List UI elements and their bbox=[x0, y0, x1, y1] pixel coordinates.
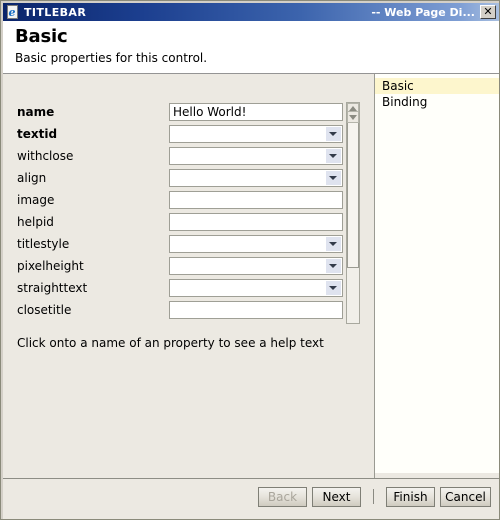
window-subtitle: -- Web Page Di... bbox=[371, 5, 475, 19]
finish-button[interactable]: Finish bbox=[386, 487, 435, 507]
chevron-down-icon[interactable] bbox=[326, 149, 341, 163]
next-button[interactable]: Next bbox=[312, 487, 361, 507]
close-icon: ✕ bbox=[483, 5, 493, 18]
property-label-straighttext[interactable]: straighttext bbox=[17, 281, 87, 295]
property-label-textid[interactable]: textid bbox=[17, 127, 57, 141]
page-title: Basic bbox=[15, 26, 68, 47]
close-button[interactable]: ✕ bbox=[480, 5, 496, 19]
property-row: titlestyle bbox=[3, 234, 363, 256]
property-label-closetitle[interactable]: closetitle bbox=[17, 303, 71, 317]
property-row: withclose bbox=[3, 146, 363, 168]
scrollbar-thumb[interactable] bbox=[347, 116, 359, 268]
property-row: pixelheight bbox=[3, 256, 363, 278]
property-input-image[interactable] bbox=[169, 191, 343, 209]
property-select-pixelheight[interactable] bbox=[169, 257, 343, 275]
properties-form: name Hello World! textid withclose align imag… bbox=[3, 102, 363, 322]
property-label-image[interactable]: image bbox=[17, 193, 54, 207]
sections-list: Basic Binding bbox=[375, 74, 499, 110]
section-item-basic[interactable]: Basic bbox=[375, 78, 499, 94]
window-title: TITLEBAR bbox=[24, 5, 87, 19]
property-select-withclose[interactable] bbox=[169, 147, 343, 165]
title-bar: e TITLEBAR -- Web Page Di... ✕ bbox=[3, 3, 499, 21]
property-input-closetitle[interactable] bbox=[169, 301, 343, 319]
cancel-button[interactable]: Cancel bbox=[440, 487, 491, 507]
scroll-down-arrow-icon[interactable] bbox=[347, 111, 359, 123]
property-select-textid[interactable] bbox=[169, 125, 343, 143]
property-label-helpid[interactable]: helpid bbox=[17, 215, 54, 229]
property-select-align[interactable] bbox=[169, 169, 343, 187]
page-subtitle: Basic properties for this control. bbox=[15, 51, 208, 65]
property-input-name[interactable]: Hello World! bbox=[169, 103, 343, 121]
chevron-down-icon[interactable] bbox=[326, 281, 341, 295]
help-hint-text: Click onto a name of an property to see … bbox=[17, 336, 324, 350]
property-value: Hello World! bbox=[173, 105, 247, 119]
properties-scrollbar[interactable] bbox=[346, 102, 360, 324]
property-select-straighttext[interactable] bbox=[169, 279, 343, 297]
property-label-align[interactable]: align bbox=[17, 171, 46, 185]
property-row: helpid bbox=[3, 212, 363, 234]
button-separator bbox=[373, 489, 374, 504]
page-header: Basic Basic properties for this control. bbox=[3, 21, 499, 73]
property-row: align bbox=[3, 168, 363, 190]
property-row: image bbox=[3, 190, 363, 212]
chevron-down-icon[interactable] bbox=[326, 171, 341, 185]
property-input-helpid[interactable] bbox=[169, 213, 343, 231]
property-row: textid bbox=[3, 124, 363, 146]
property-row: closetitle bbox=[3, 300, 363, 322]
property-label-withclose[interactable]: withclose bbox=[17, 149, 73, 163]
properties-pane: name Hello World! textid withclose align imag… bbox=[3, 74, 374, 478]
back-button[interactable]: Back bbox=[258, 487, 307, 507]
property-label-titlestyle[interactable]: titlestyle bbox=[17, 237, 69, 251]
wizard-dialog: e TITLEBAR -- Web Page Di... ✕ Basic Bas… bbox=[0, 0, 500, 520]
property-label-name[interactable]: name bbox=[17, 105, 54, 119]
property-label-pixelheight[interactable]: pixelheight bbox=[17, 259, 84, 273]
property-row: name Hello World! bbox=[3, 102, 363, 124]
chevron-down-icon[interactable] bbox=[326, 127, 341, 141]
sections-pane: Basic Binding bbox=[375, 74, 499, 473]
chevron-down-icon[interactable] bbox=[326, 237, 341, 251]
property-select-titlestyle[interactable] bbox=[169, 235, 343, 253]
chevron-down-icon[interactable] bbox=[326, 259, 341, 273]
dialog-body: name Hello World! textid withclose align imag… bbox=[3, 74, 499, 478]
property-row: straighttext bbox=[3, 278, 363, 300]
ie-page-icon: e bbox=[6, 5, 20, 19]
section-item-binding[interactable]: Binding bbox=[375, 94, 499, 110]
button-bar: Back Next Finish Cancel bbox=[3, 479, 499, 519]
